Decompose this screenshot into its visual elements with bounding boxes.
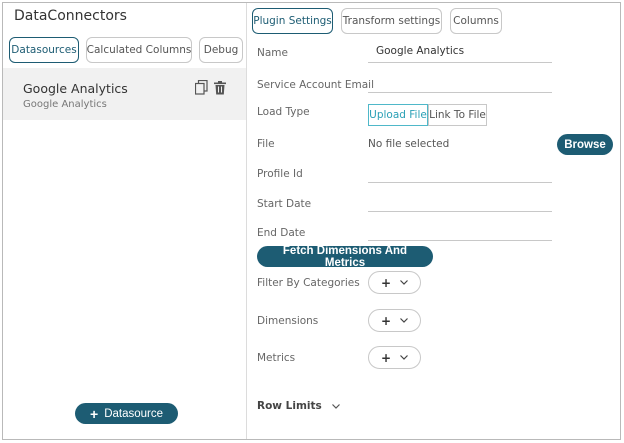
plus-icon: + xyxy=(380,350,392,365)
chevron-down-icon xyxy=(400,318,408,323)
data-connectors-window: DataConnectors Datasources Calculated Co… xyxy=(2,2,621,440)
tab-plugin-settings[interactable]: Plugin Settings xyxy=(252,8,333,34)
datasource-name: Google Analytics xyxy=(23,81,128,96)
copy-icon[interactable] xyxy=(194,79,209,96)
trash-icon[interactable] xyxy=(214,80,228,96)
service-account-email-label: Service Account Email xyxy=(257,79,375,91)
name-label: Name xyxy=(257,47,288,59)
filter-by-categories-label: Filter By Categories xyxy=(257,277,360,289)
file-status: No file selected xyxy=(368,138,450,150)
plus-icon: + xyxy=(380,313,392,328)
tab-datasources[interactable]: Datasources xyxy=(9,37,79,63)
chevron-down-icon xyxy=(331,403,340,409)
name-field[interactable]: Google Analytics xyxy=(368,45,552,63)
start-date-field[interactable] xyxy=(368,194,552,212)
filter-by-categories-add[interactable]: + xyxy=(368,271,421,294)
profile-id-field[interactable] xyxy=(368,165,552,183)
add-datasource-label: Datasource xyxy=(104,407,163,420)
tab-calculated-columns[interactable]: Calculated Columns xyxy=(86,37,192,63)
file-label: File xyxy=(257,138,275,150)
load-type-upload-file[interactable]: Upload File xyxy=(368,104,428,126)
row-limits-toggle[interactable]: Row Limits xyxy=(257,400,340,412)
app-title: DataConnectors xyxy=(14,8,127,24)
fetch-dimensions-metrics-button[interactable]: Fetch Dimensions And Metrics xyxy=(257,245,433,269)
tab-columns[interactable]: Columns xyxy=(450,8,502,34)
metrics-add[interactable]: + xyxy=(368,346,421,369)
start-date-label: Start Date xyxy=(257,198,312,210)
chevron-down-icon xyxy=(400,355,408,360)
chevron-down-icon xyxy=(400,280,408,285)
tab-debug[interactable]: Debug xyxy=(199,37,243,63)
plus-icon: + xyxy=(380,275,392,290)
dimensions-add[interactable]: + xyxy=(368,309,421,332)
dimensions-label: Dimensions xyxy=(257,315,319,327)
datasource-list-item[interactable]: Google Analytics Google Analytics xyxy=(3,68,246,120)
profile-id-label: Profile Id xyxy=(257,168,303,180)
end-date-label: End Date xyxy=(257,227,306,239)
datasource-subtitle: Google Analytics xyxy=(23,99,107,110)
end-date-field[interactable] xyxy=(368,223,552,241)
add-datasource-button[interactable]: + Datasource xyxy=(75,403,178,424)
plus-icon: + xyxy=(90,405,99,422)
tab-transform-settings[interactable]: Transform settings xyxy=(341,8,442,34)
metrics-label: Metrics xyxy=(257,352,296,364)
service-account-email-field[interactable] xyxy=(368,75,552,93)
left-panel: DataConnectors Datasources Calculated Co… xyxy=(3,3,247,439)
load-type-label: Load Type xyxy=(257,106,310,118)
row-limits-label: Row Limits xyxy=(257,400,322,412)
browse-button[interactable]: Browse xyxy=(557,134,613,155)
load-type-link-to-file[interactable]: Link To File xyxy=(428,104,487,126)
